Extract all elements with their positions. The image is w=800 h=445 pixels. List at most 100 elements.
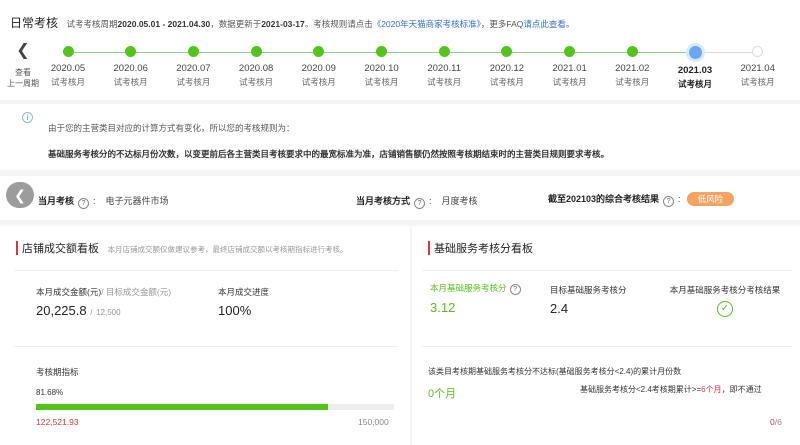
updated-date: 2021-03-17 bbox=[261, 19, 305, 29]
service-score: 本月基础服务考核分? 3.12 bbox=[430, 282, 521, 315]
chevron-left-icon: ❮ bbox=[14, 187, 26, 203]
timeline-month: 2021.04 bbox=[740, 63, 775, 74]
period-label: 考核期指标 bbox=[36, 367, 79, 377]
period-percent: 81.68% bbox=[36, 388, 64, 397]
page-title: 日常考核 bbox=[10, 16, 59, 30]
timeline-month-label: 试考核月 bbox=[301, 77, 336, 87]
timeline-month: 2020.06 bbox=[113, 63, 148, 74]
timeline-month: 2020.11 bbox=[427, 63, 461, 74]
rule-prefix: 。考核规则请点击 bbox=[304, 19, 373, 29]
assessment-bar: 当月考核?: 电子元器件市场 当月考核方式?: 月度考核 截至202103的综合考核… bbox=[0, 176, 800, 220]
header-panel: 日常考核 试考考核周期2020.05.01 - 2021.04.30，数据更新于… bbox=[0, 0, 800, 100]
notice-line-2: 基础服务考核分的不达标月份次数，以变更前后各主营类目考核要求中的最宽标准为准，店… bbox=[48, 149, 610, 159]
monthly-progress: 本月成交进度 100% bbox=[218, 286, 269, 318]
sales-board-desc: 本月店铺成交额仅做建议参考，最终店铺成交额以考核期指标进行考核。 bbox=[107, 245, 348, 254]
status-dot-icon bbox=[376, 46, 387, 57]
divider bbox=[422, 270, 792, 271]
timeline-node[interactable]: 2020.10 试考核月 bbox=[352, 46, 412, 88]
timeline-month-label: 试考核月 bbox=[50, 77, 85, 87]
info-icon: i bbox=[22, 112, 33, 123]
divider bbox=[14, 346, 398, 347]
previous-cycle-button[interactable]: 查看 上一周期 bbox=[6, 67, 40, 89]
sales-board-title: 店铺成交额看板 bbox=[22, 243, 99, 255]
service-board-title: 基础服务考核分看板 bbox=[434, 243, 533, 255]
status-dot-icon bbox=[62, 46, 74, 57]
timeline-node[interactable]: 2020.06 试考核月 bbox=[101, 46, 161, 88]
divider bbox=[14, 270, 398, 271]
assessment-method-label: 当月考核方式 bbox=[356, 196, 411, 206]
fail-rule-text: 基础服务考核分<2.4考核期累计>= bbox=[580, 385, 702, 394]
timeline-node[interactable]: 2020.09 试考核月 bbox=[289, 46, 349, 88]
fail-rule: 基础服务考核分<2.4考核期累计>=6个月，即不通过 bbox=[580, 384, 762, 395]
notice-line-1: 由于您的主营类目对应的计算方式有变化，所以您的考核规则为： bbox=[48, 123, 295, 133]
rule-notice: i 由于您的主营类目对应的计算方式有变化，所以您的考核规则为： 基础服务考核分的… bbox=[0, 104, 800, 170]
amount-label: 本月成交金额(元) bbox=[36, 287, 102, 297]
overall-result: 截至202103的综合考核结果?: 低风险 bbox=[548, 192, 735, 207]
service-board: 基础服务考核分看板 本月基础服务考核分? 3.12 目标基础服务考核分 2.4 … bbox=[412, 226, 800, 445]
status-dot-icon bbox=[626, 46, 638, 57]
timeline-month: 2020.08 bbox=[238, 63, 274, 74]
rule-link[interactable]: 《2020年天猫商家考核标准》 bbox=[373, 19, 481, 29]
target-amount-label: / 目标成交金额(元) bbox=[101, 287, 172, 297]
service-board-header: 基础服务考核分看板 bbox=[428, 240, 533, 256]
timeline-month-label: 试考核月 bbox=[489, 77, 524, 87]
faq-suffix: 。 bbox=[565, 19, 575, 29]
period-current-value: 122,521.93 bbox=[36, 417, 79, 427]
service-result-label: 本月基础服务考核分考核结果 bbox=[669, 285, 781, 295]
timeline-node[interactable]: 2020.12 试考核月 bbox=[477, 46, 537, 88]
help-icon[interactable]: ? bbox=[78, 198, 90, 209]
service-target-value: 2.4 bbox=[550, 301, 569, 316]
timeline-node[interactable]: 2020.11 试考核月 bbox=[414, 46, 474, 88]
status-dot-icon bbox=[752, 46, 764, 57]
status-dot-icon bbox=[125, 46, 137, 57]
faq-link[interactable]: 请点此查看 bbox=[523, 19, 566, 29]
month-assessment-label: 当月考核 bbox=[38, 196, 75, 206]
previous-cycle-label-2: 上一周期 bbox=[7, 79, 39, 88]
timeline-month: 2020.12 bbox=[489, 63, 525, 74]
service-score-label: 本月基础服务考核分 bbox=[430, 283, 507, 293]
amount-value: 20,225.8 bbox=[36, 303, 87, 318]
status-dot-icon bbox=[187, 46, 199, 57]
sales-board: 店铺成交额看板 本月店铺成交额仅做建议参考，最终店铺成交额以考核期指标进行考核。… bbox=[0, 226, 410, 445]
cycle-prefix: 试考考核周期 bbox=[66, 19, 118, 29]
monthly-amount: 本月成交金额(元)/ 目标成交金额(元) 20,225.8 / 12,500 bbox=[36, 287, 172, 318]
period-indicator: 考核期指标 81.68% bbox=[36, 366, 79, 397]
status-dot-icon bbox=[564, 46, 576, 57]
help-icon[interactable]: ? bbox=[663, 196, 675, 207]
fail-rule-tail: ，即不通过 bbox=[721, 385, 762, 394]
scroll-left-button[interactable]: ❮ bbox=[6, 182, 34, 208]
timeline-node[interactable]: 2020.05 试考核月 bbox=[38, 46, 98, 88]
period-target-value: 150,000 bbox=[358, 417, 389, 427]
timeline-month: 2020.07 bbox=[176, 63, 211, 74]
timeline-node[interactable]: 2021.01 试考核月 bbox=[540, 46, 600, 88]
timeline-month-label: 试考核月 bbox=[113, 77, 148, 87]
status-dot-icon bbox=[250, 46, 262, 57]
timeline-month: 2021.01 bbox=[552, 63, 587, 74]
help-icon[interactable]: ? bbox=[509, 284, 521, 295]
service-score-value: 3.12 bbox=[430, 300, 456, 315]
timeline-node[interactable]: 2021.04 试考核月 bbox=[728, 46, 788, 88]
timeline-month-label: 试考核月 bbox=[239, 77, 274, 87]
divider bbox=[422, 346, 792, 347]
header-title-row: 日常考核 试考考核周期2020.05.01 - 2021.04.30，数据更新于… bbox=[10, 14, 574, 31]
timeline-node[interactable]: 2021.02 试考核月 bbox=[602, 46, 662, 88]
timeline-node[interactable]: 2020.08 试考核月 bbox=[226, 46, 286, 88]
assessment-method-value: 月度考核 bbox=[441, 196, 478, 206]
help-icon[interactable]: ? bbox=[414, 198, 426, 209]
period-progress-bar bbox=[36, 404, 394, 410]
check-circle-icon: ✓ bbox=[717, 301, 733, 317]
faq-prefix: ，更多FAQ bbox=[480, 19, 524, 29]
timeline-node[interactable]: 2021.03 试考核月 bbox=[665, 46, 725, 90]
timeline-month-label: 试考核月 bbox=[740, 77, 775, 87]
timeline-node[interactable]: 2020.07 试考核月 bbox=[163, 46, 223, 88]
progress-value: 100% bbox=[218, 303, 252, 318]
status-dot-icon bbox=[438, 46, 450, 57]
service-target-label: 目标基础服务考核分 bbox=[550, 285, 627, 295]
timeline-month: 2021.02 bbox=[615, 63, 650, 74]
status-dot-icon bbox=[501, 46, 513, 57]
service-result: 本月基础服务考核分考核结果 ✓ bbox=[656, 284, 794, 317]
sales-board-header: 店铺成交额看板 本月店铺成交额仅做建议参考，最终店铺成交额以考核期指标进行考核。 bbox=[16, 240, 348, 256]
chevron-left-icon[interactable]: ❮ bbox=[14, 40, 32, 60]
month-assessment-value: 电子元器件市场 bbox=[105, 196, 169, 206]
assessment-method: 当月考核方式?: 月度考核 bbox=[356, 196, 478, 209]
